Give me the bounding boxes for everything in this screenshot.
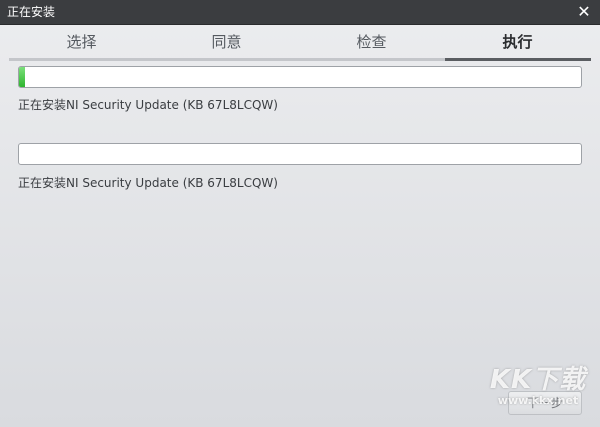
progress-bar-1	[18, 66, 582, 88]
progress-bar-2	[18, 143, 582, 165]
title-bar: 正在安装 ✕	[0, 0, 600, 25]
tab-execute[interactable]: 执行	[445, 31, 590, 55]
next-button[interactable]: 下一步	[508, 391, 582, 415]
progress-fill-1	[19, 67, 25, 87]
close-icon[interactable]: ✕	[574, 2, 594, 22]
window-title: 正在安装	[7, 5, 56, 19]
active-tab-indicator	[445, 58, 591, 61]
status-text-1: 正在安装NI Security Update (KB 67L8LCQW)	[18, 98, 278, 112]
status-text-2: 正在安装NI Security Update (KB 67L8LCQW)	[18, 176, 278, 190]
tab-agree[interactable]: 同意	[154, 31, 299, 55]
installer-window: 正在安装 ✕ 选择 同意 检查 执行 正在安装NI Security Updat…	[0, 0, 600, 427]
tab-check[interactable]: 检查	[299, 31, 444, 55]
step-tabs: 选择 同意 检查 执行	[9, 25, 591, 61]
tab-select[interactable]: 选择	[9, 31, 154, 55]
